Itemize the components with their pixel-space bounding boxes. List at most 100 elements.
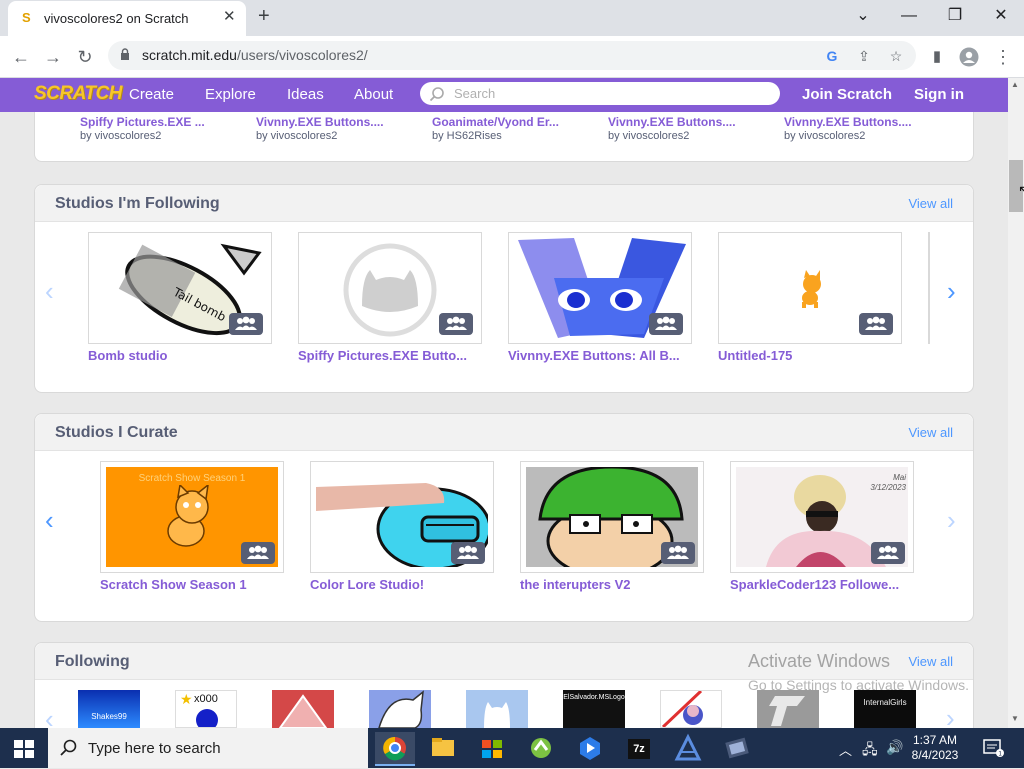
sign-in-link[interactable]: Sign in [914,86,964,104]
carousel-prev-icon[interactable]: ‹ [45,277,54,305]
forward-arrow-icon[interactable]: → [40,44,66,70]
file-explorer-icon[interactable] [423,732,463,766]
scratch-favicon-icon: S [22,10,31,25]
studio-label[interactable]: Spiffy Pictures.EXE Butto... [298,348,467,363]
followed-user-avatar[interactable]: ElSalvador.MSLogo [563,690,625,728]
google-translate-icon[interactable]: G [822,46,842,66]
avatar-text: InternalGirls [863,698,907,707]
studio-label[interactable]: SparkleCoder123 Followe... [730,577,899,592]
project-title[interactable]: Vivnny.EXE Buttons.... [256,115,384,129]
studio-label[interactable]: Color Lore Studio! [310,577,424,592]
clock-date: 8/4/2023 [911,748,959,762]
followed-user-avatar[interactable]: Shakes99 [78,690,140,728]
search-icon [60,739,77,756]
followed-user-avatar[interactable] [369,690,431,728]
studio-label[interactable]: Vivnny.EXE Buttons: All B... [508,348,680,363]
studio-badge-icon [229,313,263,335]
notification-center-icon[interactable]: 1 [982,738,1004,758]
project-author[interactable]: by vivoscolores2 [608,130,689,143]
bookmark-star-icon[interactable]: ☆ [886,46,906,66]
project-author[interactable]: by HS62Rises [432,130,502,143]
restore-button[interactable]: ❐ [932,4,978,30]
nav-create[interactable]: Create [129,86,174,104]
project-title[interactable]: Spiffy Pictures.EXE ... [80,115,205,129]
project-author[interactable]: by vivoscolores2 [80,130,161,143]
studio-thumbnail[interactable] [298,232,482,344]
network-icon[interactable]: 🖧 [862,739,878,763]
profile-avatar-icon[interactable] [956,44,982,70]
nav-about[interactable]: About [354,86,393,104]
carousel-next-icon[interactable]: › [947,506,956,534]
windows-start-icon[interactable] [14,740,34,763]
studio-label[interactable]: Scratch Show Season 1 [100,577,247,592]
project-title[interactable]: Vivnny.EXE Buttons.... [784,115,912,129]
followed-user-avatar[interactable] [757,690,819,728]
carousel-prev-icon[interactable]: ‹ [45,705,54,728]
studio-thumbnail[interactable] [310,461,494,573]
studio-thumbnail[interactable] [718,232,902,344]
taskbar-search-box[interactable]: Type here to search [48,728,368,768]
studio-label[interactable]: Bomb studio [88,348,167,363]
nav-ideas[interactable]: Ideas [287,86,324,104]
app-triangle-icon[interactable] [668,732,708,766]
avatar-text: ElSalvador.MSLogo [563,694,625,701]
view-all-link[interactable]: View all [908,654,953,669]
reload-icon[interactable]: ↻ [72,44,98,70]
microsoft-store-icon[interactable] [472,732,512,766]
project-title[interactable]: Vivnny.EXE Buttons.... [608,115,736,129]
followed-user-avatar[interactable] [272,690,334,728]
search-input[interactable]: Search [420,82,780,105]
studio-badge-icon [871,542,905,564]
followed-user-avatar[interactable]: InternalGirls [854,690,916,728]
browser-menu-icon[interactable]: ⋮ [990,44,1016,70]
view-all-link[interactable]: View all [908,425,953,440]
studio-thumbnail[interactable]: Tail bomb [88,232,272,344]
carousel-next-icon[interactable]: › [946,704,955,728]
nav-explore[interactable]: Explore [205,86,256,104]
activate-windows-hint: Go to Settings to activate Windows. [748,677,969,693]
7zip-icon[interactable]: 7z [619,732,659,766]
studio-label[interactable]: Untitled-175 [718,348,792,363]
scratch-logo[interactable]: SCRATCH [34,82,122,106]
studio-thumbnail[interactable] [508,232,692,344]
studio-thumbnail[interactable]: Scratch Show Season 1 [100,461,284,573]
sidebar-toggle-icon[interactable]: ▮ [924,44,950,70]
address-bar[interactable]: scratch.mit.edu/users/vivoscolores2/ G ⇪… [108,41,916,70]
view-all-link[interactable]: View all [908,196,953,211]
join-scratch-link[interactable]: Join Scratch [802,86,892,104]
followed-user-avatar[interactable] [466,690,528,728]
scroll-up-icon[interactable]: ▲ [1011,80,1019,89]
close-tab-icon[interactable]: ✕ [223,9,236,25]
minimize-button[interactable]: — [886,4,932,30]
activate-windows-watermark: Activate Windows [748,651,891,671]
projects-box: Spiffy Pictures.EXE ... by vivoscolores2… [34,112,974,162]
scroll-down-icon[interactable]: ▼ [1011,714,1019,723]
chrome-app-icon[interactable] [375,732,415,766]
carousel-prev-icon[interactable]: ‹ [45,506,54,534]
studio-thumbnail[interactable] [520,461,704,573]
followed-user-avatar[interactable]: x000 ★ [175,690,237,728]
studio-label[interactable]: the interupters V2 [520,577,631,592]
project-title[interactable]: Goanimate/Vyond Er... [432,115,559,129]
app-blue-arrow-icon[interactable] [570,732,610,766]
show-hidden-icons-chevron-up-icon[interactable]: ︿ [839,740,852,759]
taskbar-clock[interactable]: 1:37 AM 8/4/2023 [908,733,962,763]
volume-icon[interactable]: 🔊 [886,739,903,756]
studio-badge-icon [859,313,893,335]
tab-search-chevron-down-icon[interactable]: ⌄ [840,4,886,30]
browser-tab-strip: S vivoscolores2 on Scratch ✕ + ⌄ — ❐ ✕ [0,0,1024,36]
browser-tab[interactable]: S vivoscolores2 on Scratch ✕ [8,1,246,36]
share-icon[interactable]: ⇪ [854,46,874,66]
project-author[interactable]: by vivoscolores2 [784,130,865,143]
app-film-icon[interactable] [717,732,757,766]
close-window-button[interactable]: ✕ [978,4,1024,30]
next-thumbnail-edge [928,232,930,344]
followed-user-avatar[interactable] [660,690,722,728]
carousel-next-icon[interactable]: › [947,277,956,305]
studio-thumbnail[interactable]: Mai 3/12/2023 [730,461,914,573]
app-green-icon[interactable] [521,732,561,766]
tab-title: vivoscolores2 on Scratch [44,11,189,26]
new-tab-button[interactable]: + [258,5,270,27]
back-arrow-icon[interactable]: ← [8,44,34,70]
project-author[interactable]: by vivoscolores2 [256,130,337,143]
